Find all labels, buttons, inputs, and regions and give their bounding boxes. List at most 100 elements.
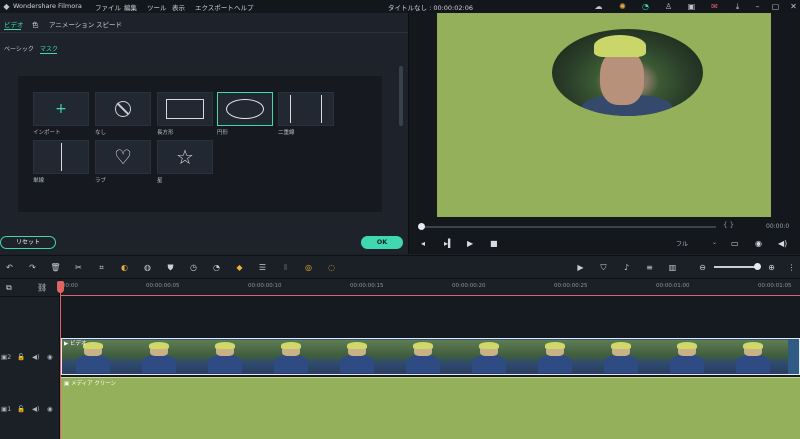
video-clip-label: ▶ ビデオ	[64, 341, 87, 347]
tick-label: 00:00:01:05	[758, 283, 792, 289]
mask-presets: + インポート なし 長方形 円形 二重線 単線 ♡ ラブ ☆ 星	[18, 76, 382, 212]
tab-speed[interactable]: スピード	[96, 19, 122, 29]
tab-divider	[0, 32, 408, 33]
marker-brackets[interactable]: { }	[723, 221, 734, 229]
redo-icon[interactable]: ↷	[27, 262, 38, 273]
account-icon[interactable]: ♙	[663, 1, 674, 12]
lock-icon[interactable]: 🔓	[17, 405, 25, 413]
snap-icon[interactable]: ▥	[667, 262, 678, 273]
menu-tools[interactable]: ツール	[147, 2, 167, 12]
maximize-icon[interactable]: ▢	[770, 1, 781, 12]
cloud-icon[interactable]: ☁	[593, 1, 604, 12]
quality-select[interactable]: フル ⌄	[676, 239, 720, 248]
mask-double-line-label: 二重線	[278, 130, 295, 136]
mute-icon[interactable]: ◀)	[32, 353, 40, 361]
timer-icon[interactable]: ◔	[211, 262, 222, 273]
add-track-icon[interactable]: ⧉	[6, 283, 12, 293]
app-title: Wondershare Filmora	[13, 2, 82, 10]
double-line-icon	[290, 95, 291, 123]
none-icon	[115, 101, 131, 117]
tab-mask-underline	[40, 53, 57, 54]
zoom-slider[interactable]	[714, 266, 756, 268]
tick-label: 00:00:00:10	[248, 283, 282, 289]
close-icon[interactable]: ✕	[788, 1, 799, 12]
speech-icon[interactable]: ◌	[326, 262, 337, 273]
mask-rectangle-tile[interactable]	[157, 92, 213, 126]
render-icon[interactable]: ▶	[575, 262, 586, 273]
tab-basic[interactable]: ベーシック	[4, 44, 34, 53]
keyframe-icon[interactable]: ◆	[234, 262, 245, 273]
stabilize-icon[interactable]: ⛊	[165, 262, 176, 273]
lock-icon[interactable]: 🔓	[17, 353, 25, 361]
lightbulb-icon[interactable]: ✺	[617, 1, 628, 12]
speed-icon[interactable]: ◐	[119, 262, 130, 273]
mask-heart-tile[interactable]: ♡	[95, 140, 151, 174]
color-icon[interactable]: ◍	[142, 262, 153, 273]
video-clip[interactable]	[61, 338, 800, 375]
fit-icon[interactable]: ⋮	[786, 262, 797, 273]
menu-help[interactable]: ヘルプ	[234, 2, 254, 12]
eye-icon[interactable]: ◉	[47, 353, 53, 361]
single-line-icon	[61, 143, 62, 171]
save-icon[interactable]: ▣	[686, 1, 697, 12]
adjust-icon[interactable]: ☰	[257, 262, 268, 273]
ok-button[interactable]: OK	[361, 236, 403, 249]
tab-animation[interactable]: アニメーション	[49, 19, 94, 29]
headset-icon[interactable]: ◔	[640, 1, 651, 12]
mask-single-line-tile[interactable]	[33, 140, 89, 174]
playhead-handle[interactable]	[57, 281, 64, 293]
zoom-knob[interactable]	[754, 263, 761, 270]
playhead[interactable]	[60, 281, 61, 439]
snapshot-icon[interactable]: ◉	[755, 239, 762, 248]
menu-view[interactable]: 表示	[172, 2, 185, 12]
mute-icon[interactable]: ◀)	[32, 405, 40, 413]
mask-none-label: なし	[95, 130, 107, 136]
zoom-in-icon[interactable]: ⊕	[766, 262, 777, 273]
tab-color[interactable]: 色	[32, 19, 39, 29]
mask-import-tile[interactable]: +	[33, 92, 89, 126]
menu-file[interactable]: ファイル	[95, 2, 121, 12]
mask-none-tile[interactable]	[95, 92, 151, 126]
green-screen-clip[interactable]	[61, 377, 800, 439]
play-icon[interactable]: ▶	[467, 239, 473, 248]
video-track-icon: ▣2	[1, 353, 12, 361]
duration-icon[interactable]: ◷	[188, 262, 199, 273]
eye-icon[interactable]: ◉	[47, 405, 53, 413]
mask-ellipse-tile[interactable]	[217, 92, 273, 126]
minimize-icon[interactable]: –	[752, 1, 763, 12]
monitor-icon[interactable]: ▭	[731, 239, 739, 248]
mask-star-tile[interactable]: ☆	[157, 140, 213, 174]
reset-button[interactable]: リセット	[0, 236, 56, 249]
tick-label: 00:00:00:25	[554, 283, 588, 289]
marker-icon[interactable]: ⛉	[598, 262, 609, 273]
stop-icon[interactable]: ■	[490, 239, 498, 248]
tab-video[interactable]: ビデオ	[4, 19, 24, 29]
panel-scrollbar[interactable]	[399, 66, 403, 126]
heart-icon: ♡	[114, 145, 132, 169]
chevron-down-icon: ⌄	[712, 239, 718, 246]
rectangle-icon	[166, 99, 204, 119]
undo-icon[interactable]: ↶	[4, 262, 15, 273]
mask-single-line-label: 単線	[33, 178, 45, 184]
playback-knob[interactable]	[418, 223, 425, 230]
quality-value: フル	[676, 241, 689, 248]
voiceover-icon[interactable]: ≡	[644, 262, 655, 273]
step-back-icon[interactable]: ◂	[421, 239, 425, 248]
delete-icon[interactable]: 🗑	[50, 262, 61, 273]
link-icon[interactable]: ⛓	[37, 283, 47, 292]
menu-export[interactable]: エクスポート	[195, 2, 234, 12]
video-track-icon: ▣1	[1, 405, 12, 413]
crop-icon[interactable]: ⌗	[96, 262, 107, 273]
mask-double-line-tile[interactable]	[278, 92, 334, 126]
effect-icon[interactable]: ◎	[303, 262, 314, 273]
download-icon[interactable]: ⤓	[732, 1, 743, 12]
zoom-out-icon[interactable]: ⊖	[697, 262, 708, 273]
play-frame-icon[interactable]: ▸▍	[444, 239, 454, 248]
volume-icon[interactable]: ◀)	[778, 239, 787, 248]
mail-icon[interactable]: ✉	[709, 1, 720, 12]
split-icon[interactable]: ✂	[73, 262, 84, 273]
menu-edit[interactable]: 編集	[124, 2, 137, 12]
microphone-icon[interactable]: ♪	[621, 262, 632, 273]
tab-mask[interactable]: マスク	[40, 44, 58, 53]
playback-progress[interactable]	[420, 226, 716, 228]
